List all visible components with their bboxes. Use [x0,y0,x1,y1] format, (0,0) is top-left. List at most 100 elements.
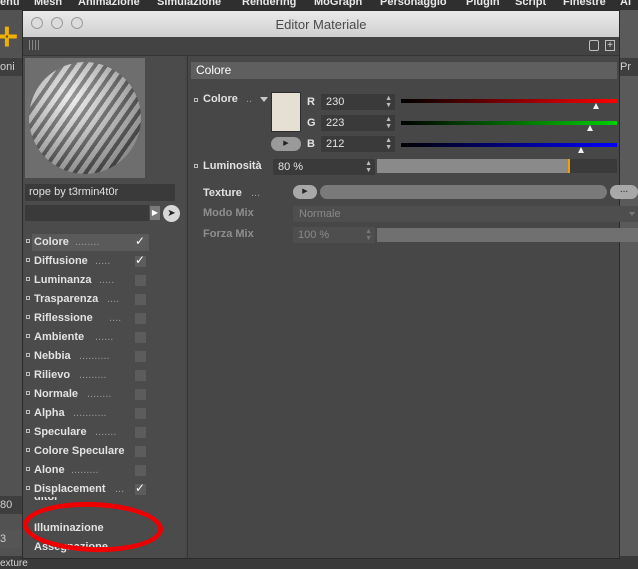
channel-label: Colore Speculare [34,445,125,457]
channel-checkbox[interactable] [135,332,146,343]
g-value-field[interactable]: 223 ▲ ▼ [321,115,395,131]
menu-item[interactable]: Mesh [34,0,62,8]
channel-checkbox[interactable] [135,389,146,400]
channel-checkbox[interactable] [135,427,146,438]
texture-label-dots: ... [251,187,261,199]
channel-speculare[interactable]: Speculare ....... [23,423,185,442]
new-window-icon[interactable]: + [605,40,615,51]
app-right-tab[interactable]: Pr [620,58,638,76]
menu-item[interactable]: Ai [620,0,631,8]
channel-label: Riflessione [34,312,93,324]
r-slider-handle[interactable] [593,103,599,109]
r-value: 230 [326,96,345,108]
swatch-arrow-icon[interactable]: ▶ [271,137,301,151]
window-titlebar[interactable]: Editor Materiale [23,11,619,38]
color-mode-triangle-icon[interactable] [260,97,268,102]
channel-checkbox[interactable] [135,370,146,381]
channel-label: Speculare [34,426,87,438]
channel-nebbia[interactable]: Nebbia .......... [23,347,185,366]
channel-diffusione[interactable]: Diffusione ..... ✓ [23,252,185,271]
menu-item[interactable]: Rendering [242,0,296,8]
menu-item[interactable]: Simulazione [157,0,221,8]
channel-rilievo[interactable]: Rilievo ......... [23,366,185,385]
menu-item[interactable]: MoGraph [314,0,362,8]
channel-label: Trasparenza [34,293,99,305]
channel-colore-speculare[interactable]: Colore Speculare [23,442,185,461]
channel-checkbox[interactable] [135,446,146,457]
channel-checkbox[interactable] [135,465,146,476]
channel-checkbox[interactable] [135,313,146,324]
color-swatch[interactable] [271,92,301,132]
lock-icon[interactable] [589,40,599,51]
pick-arrow-icon[interactable]: ➤ [163,205,180,222]
param-animate-dot[interactable] [194,164,198,168]
texture-more-button[interactable]: ... [610,185,638,199]
channel-alone[interactable]: Alone ......... [23,461,185,480]
channel-colore[interactable]: Colore ........ ✓ [23,233,185,252]
channel-dots: ........... [73,407,107,419]
g-slider[interactable] [401,121,617,125]
app-left-tab[interactable]: oni [0,58,22,76]
frame-field[interactable]: 80 [0,496,22,514]
texture-arrow-icon[interactable]: ▶ [293,185,317,199]
channel-hidden-fragment[interactable]: ditor [34,497,58,504]
luminosity-slider-handle[interactable] [568,159,570,173]
channel-checkbox[interactable]: ✓ [135,234,146,248]
material-preview[interactable] [25,58,145,178]
color-label-dots: .. [246,93,253,105]
material-link-field[interactable] [25,205,149,221]
menu-item[interactable]: Script [515,0,546,8]
channel-alpha[interactable]: Alpha ........... [23,404,185,423]
stepper-icon[interactable]: ▲ ▼ [385,116,392,130]
param-animate-dot[interactable] [194,98,198,102]
stepper-icon[interactable]: ▲ ▼ [365,160,372,174]
material-name-field[interactable]: rope by t3rmin4t0r [25,184,175,201]
channel-ambiente[interactable]: Ambiente ...... [23,328,185,347]
r-value-field[interactable]: 230 ▲ ▼ [321,94,395,110]
menu-item[interactable]: Finestre [563,0,606,8]
mix-strength-slider[interactable] [377,228,638,242]
texture-field[interactable] [320,185,607,199]
mix-strength-value: 100 % [298,229,330,241]
luminosity-slider-fill [377,159,569,173]
menu-item[interactable]: Animazione [78,0,140,8]
luminosity-slider[interactable] [377,159,617,173]
channel-normale[interactable]: Normale ........ [23,385,185,404]
channel-luminanza[interactable]: Luminanza ..... [23,271,185,290]
material-editor-window: Editor Materiale + rope by t3rmin4t0r ▶ … [22,10,638,559]
channel-dots: ..... [99,274,115,286]
r-slider[interactable] [401,99,617,103]
b-slider-handle[interactable] [578,147,584,153]
channel-checkbox[interactable] [135,408,146,419]
b-value-field[interactable]: 212 ▲ ▼ [321,136,395,152]
play-arrow-icon[interactable]: ▶ [150,206,160,220]
channel-label: Normale [34,388,79,400]
stepper-icon[interactable]: ▲ ▼ [365,228,372,242]
stepper-icon[interactable]: ▲ ▼ [385,137,392,151]
panel-divider[interactable] [187,56,188,558]
frame-field-secondary[interactable]: 3 [0,530,22,548]
g-slider-handle[interactable] [587,125,593,131]
luminosity-value-field[interactable]: 80 % ▲ ▼ [273,159,375,175]
move-tool-icon[interactable]: ✛ [0,24,18,50]
mix-strength-field[interactable]: 100 % ▲ ▼ [293,227,375,243]
channel-dots: ........ [87,388,112,400]
menu-item[interactable]: Personaggio [380,0,447,8]
grip-icon[interactable] [29,40,39,50]
luminosity-label: Luminosità [203,160,262,172]
channel-checkbox[interactable]: ✓ [135,253,146,267]
b-slider[interactable] [401,143,617,147]
channel-checkbox[interactable] [135,275,146,286]
channel-dots: ... [115,483,125,495]
menu-item[interactable]: enti [0,0,20,8]
channel-riflessione[interactable]: Riflessione .... [23,309,185,328]
material-preview-sphere [29,62,141,174]
channel-label: Alpha [34,407,65,419]
channel-trasparenza[interactable]: Trasparenza .... [23,290,185,309]
stepper-icon[interactable]: ▲ ▼ [385,95,392,109]
channel-checkbox[interactable]: ✓ [135,481,146,495]
channel-checkbox[interactable] [135,294,146,305]
menu-item[interactable]: Plugin [466,0,500,8]
channel-checkbox[interactable] [135,351,146,362]
mix-mode-select[interactable]: Normale [293,206,638,222]
